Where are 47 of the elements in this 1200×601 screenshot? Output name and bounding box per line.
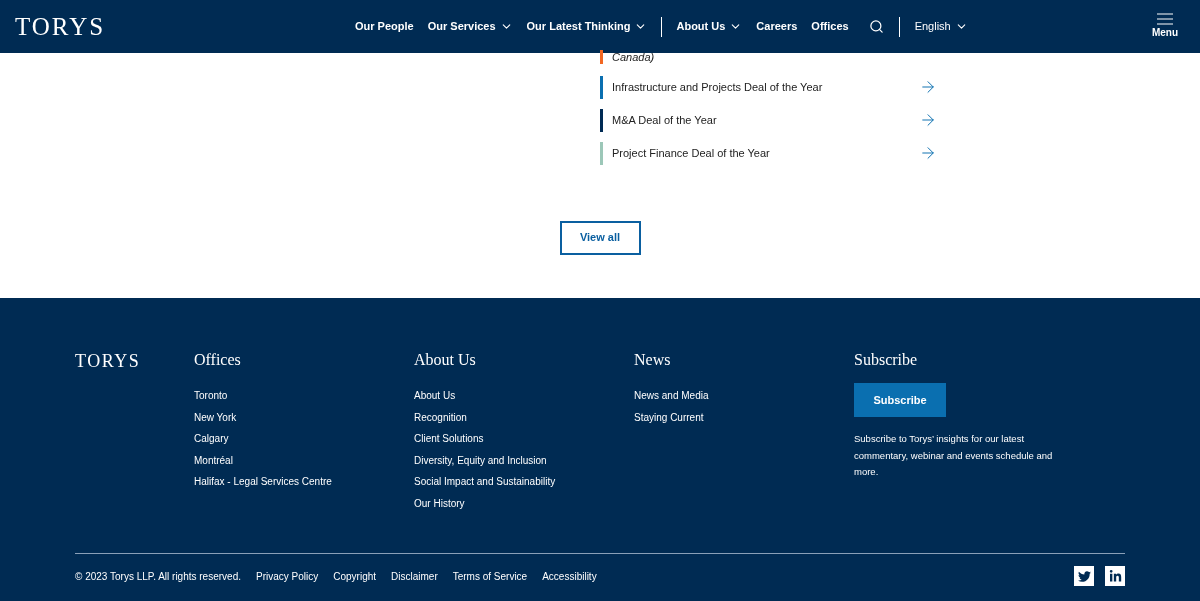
legal-link[interactable]: Copyright (333, 568, 377, 584)
column-heading: About Us (414, 350, 477, 370)
column-heading: News (634, 350, 672, 370)
footer-link[interactable]: Toronto (194, 385, 414, 407)
award-link[interactable]: Infrastructure and Projects Deal of the Year (612, 78, 823, 96)
footer-link[interactable]: Client Solutions (414, 428, 634, 450)
footer-link[interactable]: Recognition (414, 406, 634, 428)
nav-link[interactable]: Careers (756, 18, 798, 35)
linkedin-icon[interactable] (1105, 566, 1125, 586)
nav-link[interactable]: Our Services (427, 18, 513, 35)
subscribe-description: Subscribe to Torys’ insights for our latest commentary, webinar and events schedule and more. (854, 432, 1054, 479)
footer-link[interactable]: Halifax - Legal Services Centre (194, 471, 414, 493)
arrow-right-icon[interactable] (919, 78, 937, 96)
footer-link[interactable]: About Us (414, 385, 634, 407)
column-heading: Offices (194, 350, 242, 370)
menu-button[interactable]: Menu (1151, 13, 1178, 40)
column-heading: Subscribe (854, 350, 919, 370)
language-selector[interactable]: English (914, 18, 968, 35)
arrow-right-icon[interactable] (919, 111, 937, 129)
search-icon[interactable] (868, 19, 884, 34)
menu-icon (1156, 13, 1173, 25)
footer-link[interactable]: News and Media (634, 385, 854, 407)
twitter-icon[interactable] (1074, 566, 1094, 586)
legal-link[interactable]: Privacy Policy (256, 568, 319, 584)
view-all-button[interactable]: View all (559, 220, 641, 255)
award-link[interactable]: Canada) (612, 49, 655, 66)
footer-link[interactable]: Calgary (194, 428, 414, 450)
nav-link[interactable]: Offices (811, 18, 849, 35)
legal-link[interactable]: Disclaimer (391, 568, 438, 584)
footer-link[interactable]: Staying Current (634, 406, 854, 428)
footer-logo[interactable]: TORYS (75, 348, 194, 553)
footer-link[interactable]: Social Impact and Sustainability (414, 471, 634, 493)
arrow-right-icon[interactable] (919, 144, 937, 162)
nav-link[interactable]: Our Latest Thinking (526, 18, 648, 35)
nav-link[interactable]: Our People (355, 18, 414, 35)
logo[interactable]: TORYS (15, 7, 355, 46)
legal-link[interactable]: Accessibility (542, 568, 597, 584)
copyright-text: © 2023 Torys LLP. All rights reserved. (75, 569, 241, 584)
footer-link[interactable]: Diversity, Equity and Inclusion (414, 449, 634, 471)
subscribe-button[interactable]: Subscribe (854, 383, 946, 417)
award-link[interactable]: Project Finance Deal of the Year (612, 144, 770, 162)
footer-link[interactable]: Montréal (194, 449, 414, 471)
footer-link[interactable]: New York (194, 406, 414, 428)
award-link[interactable]: M&A Deal of the Year (612, 111, 717, 129)
nav-link[interactable]: About Us (676, 18, 743, 35)
legal-link[interactable]: Terms of Service (452, 568, 528, 584)
footer-link[interactable]: Our History (414, 492, 634, 514)
